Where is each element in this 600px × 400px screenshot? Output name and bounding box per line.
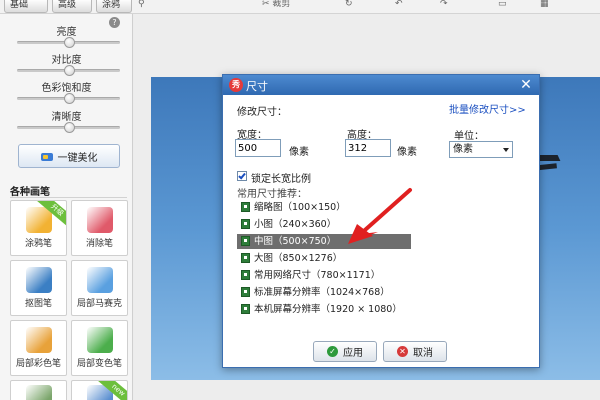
- width-unit: 像素: [289, 147, 309, 158]
- sharpness-slider[interactable]: [17, 122, 120, 133]
- image-icon: [241, 236, 250, 246]
- brush-local-mosaic[interactable]: 局部马赛克: [71, 260, 128, 316]
- brush-cutout[interactable]: 抠图笔: [10, 260, 67, 316]
- dialog-title-bar[interactable]: 秀 尺寸 ✕: [223, 75, 539, 95]
- contrast-slider-knob[interactable]: [63, 65, 75, 76]
- resize-dialog: 秀 尺寸 ✕ 修改尺寸： 批量修改尺寸>> 宽度： 像素 高度： 像素 单位： …: [222, 74, 540, 368]
- image-icon: [241, 202, 250, 212]
- left-panel: ? 亮度 对比度 色彩饱和度 清晰度 一键美化 各种画笔 升级 涂鸦笔 消除笔 …: [0, 14, 133, 400]
- undo-tool[interactable]: ↶: [395, 0, 403, 9]
- sharpness-slider-knob[interactable]: [63, 122, 75, 133]
- brush-partial-7[interactable]: [10, 380, 67, 400]
- width-input[interactable]: [235, 139, 281, 157]
- image-icon: [241, 253, 250, 263]
- saturation-slider[interactable]: [17, 93, 120, 104]
- preset-large[interactable]: 大图（850×1276）: [237, 251, 411, 266]
- brush-eraser[interactable]: 消除笔: [71, 200, 128, 256]
- lock-ratio-checkbox[interactable]: [237, 171, 247, 181]
- original-tool[interactable]: ▦: [540, 0, 549, 9]
- preset-medium[interactable]: 中图（500×750）: [237, 234, 411, 249]
- tab-advanced[interactable]: 高级: [52, 0, 92, 13]
- brush-doodle-pen[interactable]: 升级 涂鸦笔: [10, 200, 67, 256]
- preset-thumbnail[interactable]: 缩略图（100×150）: [237, 200, 411, 215]
- crop-icon: ✂: [262, 0, 270, 9]
- modify-size-label: 修改尺寸：: [237, 107, 287, 118]
- height-input[interactable]: [345, 139, 391, 157]
- brushes-section-title: 各种画笔: [10, 187, 50, 198]
- contrast-label: 对比度: [51, 55, 82, 66]
- lock-ratio-label[interactable]: 锁定长宽比例: [251, 170, 311, 185]
- eraser-icon: [87, 207, 113, 233]
- toolbar-icon-left[interactable]: ⚲: [138, 0, 145, 9]
- chevron-down-icon: [503, 148, 509, 152]
- beautify-icon: [40, 151, 54, 162]
- compare-tool[interactable]: ▭: [498, 0, 507, 9]
- mosaic-icon: [87, 267, 113, 293]
- rotate-tool[interactable]: ↻: [345, 0, 353, 9]
- brush-local-color[interactable]: 局部彩色笔: [10, 320, 67, 376]
- recolor-pen-icon: [87, 327, 113, 353]
- preset-small[interactable]: 小图（240×360）: [237, 217, 411, 232]
- brightness-label: 亮度: [56, 27, 77, 38]
- tab-doodle[interactable]: 涂鸦: [96, 0, 132, 13]
- presets-label: 常用尺寸推荐：: [237, 189, 307, 200]
- cancel-circle-icon: ✕: [397, 346, 408, 357]
- image-icon: [241, 304, 250, 314]
- brightness-slider-knob[interactable]: [63, 37, 75, 48]
- unit-select[interactable]: 像素: [449, 141, 513, 158]
- sharpness-label: 清晰度: [51, 112, 82, 123]
- color-pen-icon: [26, 327, 52, 353]
- contrast-slider[interactable]: [17, 65, 120, 76]
- dialog-title: 尺寸: [246, 80, 268, 93]
- batch-resize-link[interactable]: 批量修改尺寸>>: [449, 101, 526, 116]
- app-logo-icon: 秀: [229, 78, 243, 92]
- section-divider: [10, 197, 127, 198]
- saturation-slider-knob[interactable]: [63, 93, 75, 104]
- saturation-label: 色彩饱和度: [41, 83, 92, 94]
- crop-tool[interactable]: ✂ 裁剪: [262, 0, 290, 9]
- image-icon: [241, 270, 250, 280]
- apply-button[interactable]: ✓ 应用: [313, 341, 377, 362]
- brush-local-recolor[interactable]: 局部变色笔: [71, 320, 128, 376]
- preset-native-screen[interactable]: 本机屏幕分辨率（1920 × 1080）: [237, 302, 411, 317]
- cutout-pen-icon: [26, 267, 52, 293]
- height-unit: 像素: [397, 147, 417, 158]
- image-icon: [241, 219, 250, 229]
- one-click-beautify-button[interactable]: 一键美化: [18, 144, 120, 168]
- check-circle-icon: ✓: [327, 346, 338, 357]
- top-toolbar: 基础 高级 涂鸦 ⚲ ✂ 裁剪 ↻ ↶ ↷ ▭ ▦: [0, 0, 600, 14]
- checkmark-icon: [238, 171, 246, 180]
- brush-partial-8[interactable]: new: [71, 380, 128, 400]
- tab-basic[interactable]: 基础: [4, 0, 48, 13]
- brightness-slider[interactable]: [17, 37, 120, 48]
- cancel-button[interactable]: ✕ 取消: [383, 341, 447, 362]
- redo-tool[interactable]: ↷: [440, 0, 448, 9]
- image-icon: [241, 287, 250, 297]
- preset-standard-screen[interactable]: 标准屏幕分辨率（1024×768）: [237, 285, 411, 300]
- brush-icon: [26, 385, 52, 400]
- close-icon[interactable]: ✕: [518, 77, 534, 93]
- unit-label: 单位：: [454, 131, 484, 142]
- preset-web[interactable]: 常用网络尺寸（780×1171）: [237, 268, 411, 283]
